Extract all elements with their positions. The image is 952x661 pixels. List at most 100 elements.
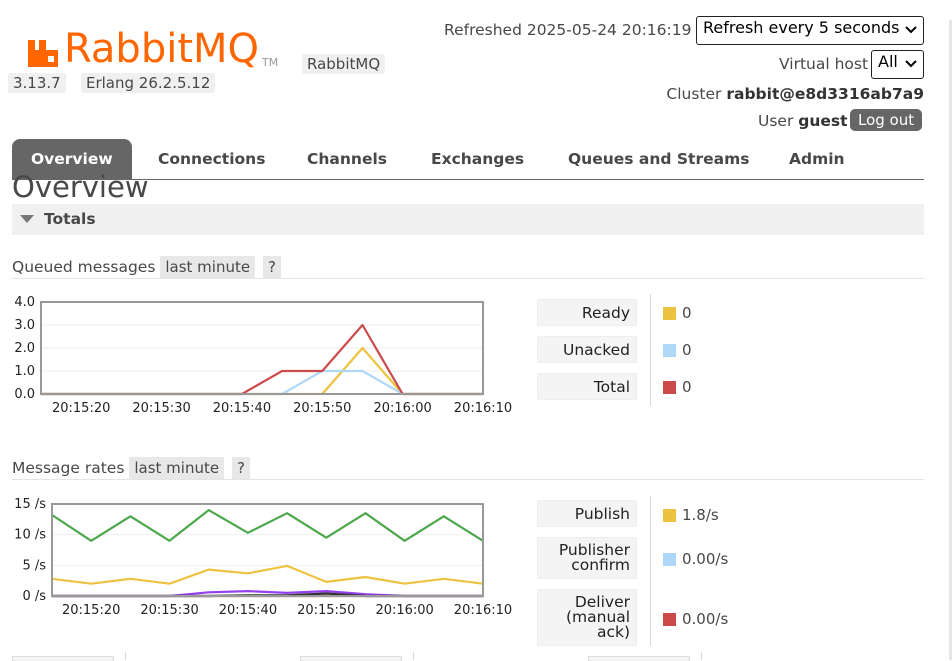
next-section-box [300,656,402,661]
series-line [41,323,483,396]
rates-help-button[interactable]: ? [232,457,250,479]
queued-messages-heading: Queued messages last minute ? [12,256,281,278]
totals-section-toggle[interactable]: Totals [12,204,924,235]
logo-trademark: TM [262,56,279,69]
x-tick-label: 20:15:50 [297,603,355,618]
publish-value: 1.8/s [682,506,719,524]
legend-value-deliver: 0.00/s [663,610,728,628]
user-label: User [758,112,794,130]
y-tick-label: 4.0 [14,295,35,310]
y-tick-label: 3.0 [14,318,35,333]
series-line [51,564,484,585]
x-tick-label: 20:15:30 [132,401,190,416]
legend-value-ready: 0 [663,304,692,322]
legend-value-unacked: 0 [663,341,692,359]
message-rates-title: Message rates [12,459,125,477]
total-swatch [663,381,676,394]
chevron-down-icon [905,60,917,68]
tab-connections[interactable]: Connections [158,139,265,179]
x-tick-label: 20:15:50 [293,401,351,416]
queued-messages-title: Queued messages [12,258,156,276]
legend-value-publish: 1.8/s [663,506,719,524]
erlang-version-chip: Erlang 26.2.5.12 [81,73,216,93]
page-title: Overview [12,170,149,204]
cluster-info: Cluster rabbit@e8d3316ab7a9 [666,85,924,103]
logout-button[interactable]: Log out [850,109,923,131]
virtual-host-value: All [878,52,898,71]
x-tick-label: 20:16:10 [454,603,512,618]
x-tick-label: 20:15:40 [213,401,271,416]
publish-swatch [663,509,676,522]
queued-range-selector[interactable]: last minute [160,256,256,278]
y-tick-label: 2.0 [14,341,35,356]
legend-label-deliver-manual-ack: Deliver (manual ack) [537,589,637,646]
x-tick-label: 20:15:20 [62,603,120,618]
divider [125,652,126,660]
next-section-box [588,656,690,661]
tab-exchanges[interactable]: Exchanges [431,139,524,179]
legend-label-total: Total [537,373,637,400]
chevron-down-icon [905,26,917,34]
queued-messages-chart: 4.0 3.0 2.0 1.0 0.0 20:15:20 20:15:30 20:15:40 2… [14,295,512,416]
refresh-interval-value: Refresh every 5 seconds [703,18,900,37]
x-tick-label: 20:15:20 [52,401,110,416]
tab-queues-and-streams[interactable]: Queues and Streams [568,139,749,179]
y-tick-label: 15 /s [14,497,46,512]
logo-text: RabbitMQ [64,26,259,72]
series-line [51,509,484,542]
tab-admin[interactable]: Admin [789,139,845,179]
legend-label-publisher-confirm: Publisher confirm [537,537,637,579]
y-tick-label: 10 /s [14,528,46,543]
divider [12,479,924,480]
user-name: guest [798,112,848,130]
legend-value-total: 0 [663,378,692,396]
collapse-triangle-icon [20,215,34,223]
ready-swatch [663,307,676,320]
ready-value: 0 [682,304,692,322]
publisher-confirm-value: 0.00/s [682,550,729,568]
user-info: User guest [758,112,848,130]
total-value: 0 [682,378,692,396]
unacked-swatch [663,344,676,357]
divider [701,652,702,660]
y-tick-label: 5 /s [22,558,46,573]
main-navigation-tabs: Overview Connections Channels Exchanges … [12,139,924,180]
rabbit-logo-icon [28,40,58,67]
y-tick-label: 0 /s [22,589,46,604]
unacked-value: 0 [682,341,692,359]
legend-divider [650,496,651,646]
message-rates-heading: Message rates last minute ? [12,457,250,479]
y-tick-label: 1.0 [14,364,35,379]
refreshed-timestamp: Refreshed 2025-05-24 20:16:19 [444,21,692,39]
deliver-swatch [663,613,676,626]
legend-label-unacked: Unacked [537,336,637,363]
deliver-value: 0.00/s [682,610,729,628]
queued-help-button[interactable]: ? [263,256,281,278]
x-tick-label: 20:16:10 [454,401,512,416]
tab-channels[interactable]: Channels [307,139,387,179]
virtual-host-select[interactable]: All [871,50,924,79]
virtual-host-label: Virtual host [779,55,869,73]
publisher-confirm-swatch [663,553,676,566]
message-rates-chart: 15 /s 10 /s 5 /s 0 /s 20:15:20 20:15:30 20:15:… [14,497,512,618]
cluster-name: rabbit@e8d3316ab7a9 [726,85,924,103]
product-name-chip: RabbitMQ [302,54,386,74]
x-tick-label: 20:16:00 [373,401,431,416]
rabbitmq-logo[interactable]: RabbitMQ TM [26,26,286,74]
x-tick-label: 20:15:30 [140,603,198,618]
legend-label-publish: Publish [537,500,637,527]
x-tick-label: 20:15:40 [219,603,277,618]
legend-divider [650,294,651,406]
x-tick-label: 20:16:00 [375,603,433,618]
divider [413,652,414,660]
next-section-box [12,656,114,661]
legend-label-ready: Ready [537,299,637,326]
divider [12,278,924,279]
cluster-label: Cluster [666,85,722,103]
refresh-interval-select[interactable]: Refresh every 5 seconds [696,16,924,45]
legend-value-publisher-confirm: 0.00/s [663,550,728,568]
rates-range-selector[interactable]: last minute [129,457,225,479]
y-tick-label: 0.0 [14,387,35,402]
version-chip: 3.13.7 [8,73,66,93]
totals-section-label: Totals [44,210,96,228]
